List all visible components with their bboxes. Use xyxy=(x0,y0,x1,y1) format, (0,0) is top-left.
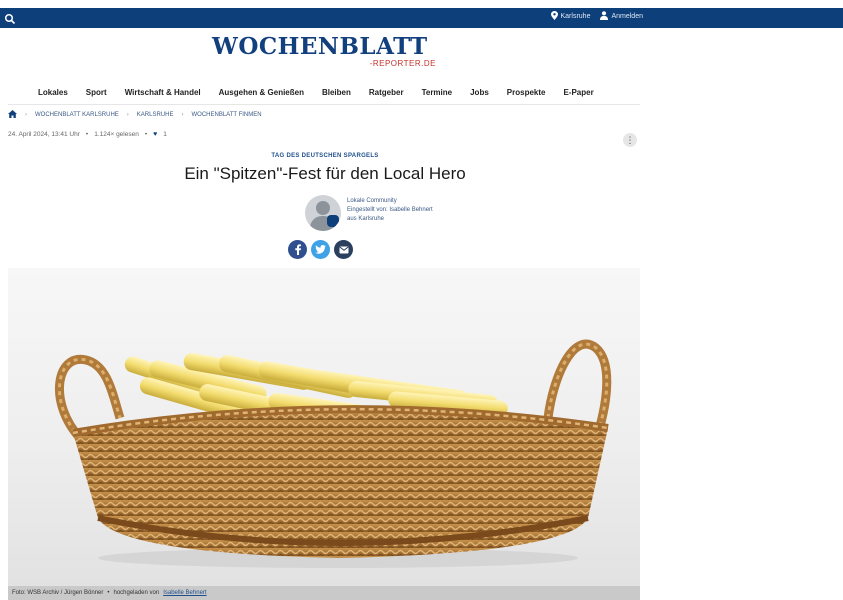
home-icon[interactable] xyxy=(8,110,17,120)
heart-icon[interactable]: ♥ xyxy=(153,131,157,138)
location-link[interactable]: Karlsruhe xyxy=(550,11,591,22)
author-location: aus Karlsruhe xyxy=(347,216,385,222)
main-navigation: Lokales Sport Wirtschaft & Handel Ausgeh… xyxy=(38,88,612,97)
location-pin-icon xyxy=(550,11,558,22)
breadcrumb-item[interactable]: WOCHENBLATT KARLSRUHE xyxy=(35,112,119,118)
article-kicker: TAG DES DEUTSCHEN SPARGELS xyxy=(271,153,379,159)
nav-item-jobs[interactable]: Jobs xyxy=(470,88,489,97)
article-hero-image[interactable] xyxy=(8,268,640,586)
location-label: Karlsruhe xyxy=(560,13,591,20)
like-count: 1 xyxy=(163,131,167,138)
login-link[interactable]: Anmelden xyxy=(600,11,643,22)
twitter-icon[interactable] xyxy=(311,240,330,259)
breadcrumb-separator: › xyxy=(181,112,184,118)
breadcrumb-item[interactable]: WOCHENBLATT FINMEN xyxy=(191,112,261,118)
uploader-link[interactable]: Isabelle Behnert xyxy=(163,590,206,596)
nav-item-epaper[interactable]: E-Paper xyxy=(563,88,593,97)
logo-wordmark: WOCHENBLATT xyxy=(212,33,428,60)
read-count: 1.124× gelesen xyxy=(94,131,139,138)
meta-separator: • xyxy=(144,131,148,138)
nav-item-ratgeber[interactable]: Ratgeber xyxy=(369,88,404,97)
avatar[interactable] xyxy=(305,195,341,231)
nav-divider xyxy=(8,104,640,105)
nav-item-lokales[interactable]: Lokales xyxy=(38,88,68,97)
breadcrumb-separator: › xyxy=(25,112,27,118)
email-icon[interactable] xyxy=(334,240,353,259)
author-info: Lokale Community Eingestellt von: Isabel… xyxy=(347,195,433,231)
photo-credit: Foto: WSB Archiv / Jürgen Bönner xyxy=(12,590,104,596)
publish-date: 24. April 2024, 13:41 Uhr xyxy=(8,131,80,138)
logo-subline: -REPORTER.DE xyxy=(369,59,436,68)
nav-item-wirtschaft[interactable]: Wirtschaft & Handel xyxy=(125,88,201,97)
breadcrumb-item[interactable]: KARLSRUHE xyxy=(137,112,174,118)
caption-separator: • xyxy=(107,590,110,596)
author-box[interactable]: Lokale Community Eingestellt von: Isabel… xyxy=(305,195,433,231)
nav-item-ausgehen[interactable]: Ausgehen & Genießen xyxy=(219,88,304,97)
top-bar: Karlsruhe Anmelden xyxy=(0,8,843,28)
nav-item-bleiben[interactable]: Bleiben xyxy=(322,88,351,97)
topbar-right: Karlsruhe Anmelden xyxy=(550,11,643,22)
meta-separator: • xyxy=(85,131,89,138)
breadcrumb-separator: › xyxy=(126,112,129,118)
article-headline: Ein "Spitzen"-Fest für den Local Hero xyxy=(184,164,466,183)
asparagus-basket-illustration xyxy=(55,339,612,568)
login-label: Anmelden xyxy=(611,13,643,20)
nav-item-termine[interactable]: Termine xyxy=(422,88,453,97)
facebook-icon[interactable] xyxy=(288,240,307,259)
breadcrumb: › WOCHENBLATT KARLSRUHE › KARLSRUHE › WO… xyxy=(8,110,262,120)
site-logo[interactable]: WOCHENBLATT -REPORTER.DE xyxy=(212,34,442,74)
author-name[interactable]: Eingestellt von: Isabelle Behnert xyxy=(347,206,433,215)
image-caption: Foto: WSB Archiv / Jürgen Bönner • hochg… xyxy=(8,586,640,600)
user-icon xyxy=(600,11,609,22)
nav-item-prospekte[interactable]: Prospekte xyxy=(507,88,546,97)
more-vertical-icon[interactable]: ⋮ xyxy=(623,133,637,147)
nav-item-sport[interactable]: Sport xyxy=(86,88,107,97)
search-icon[interactable] xyxy=(4,12,16,25)
author-community[interactable]: Lokale Community xyxy=(347,197,433,206)
community-badge-icon xyxy=(327,215,339,227)
share-bar xyxy=(288,240,353,259)
article-meta: 24. April 2024, 13:41 Uhr • 1.124× geles… xyxy=(8,131,167,138)
uploaded-label: hochgeladen von xyxy=(113,590,160,596)
